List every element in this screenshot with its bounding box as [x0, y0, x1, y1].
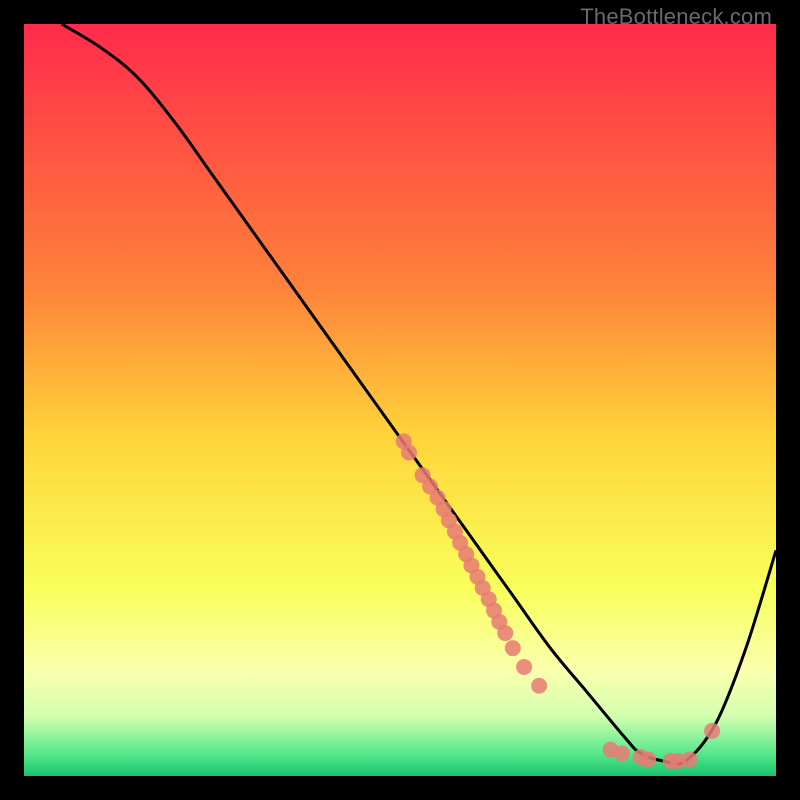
sample-point: [401, 445, 417, 461]
chart-svg: [24, 24, 776, 776]
sample-point: [640, 751, 656, 767]
sample-point: [516, 659, 532, 675]
sample-point: [497, 625, 513, 641]
sample-point: [505, 640, 521, 656]
chart-frame: [24, 24, 776, 776]
gradient-background: [24, 24, 776, 776]
sample-point: [682, 751, 698, 767]
watermark-text: TheBottleneck.com: [580, 4, 772, 30]
sample-point: [704, 723, 720, 739]
sample-point: [614, 745, 630, 761]
sample-point: [531, 678, 547, 694]
